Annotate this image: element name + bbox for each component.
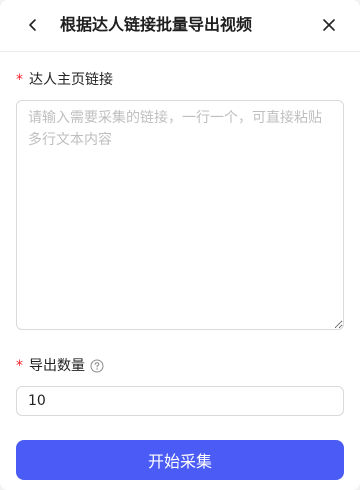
- links-field-label: * 达人主页链接: [16, 70, 113, 90]
- links-label-text: 达人主页链接: [29, 72, 113, 88]
- export-count-input[interactable]: [16, 386, 344, 416]
- question-circle-icon[interactable]: [90, 359, 104, 373]
- export-dialog: 根据达人链接批量导出视频 * 达人主页链接 * 导出数量 开始采集: [0, 0, 360, 490]
- dialog-header: 根据达人链接批量导出视频: [0, 0, 360, 52]
- count-field-label: * 导出数量: [16, 356, 104, 376]
- back-button[interactable]: [22, 14, 44, 36]
- close-button[interactable]: [318, 14, 340, 36]
- required-mark: *: [16, 358, 23, 374]
- dialog-title: 根据达人链接批量导出视频: [60, 15, 253, 34]
- links-textarea[interactable]: [16, 100, 344, 330]
- count-label-text: 导出数量: [29, 358, 85, 374]
- chevron-left-icon: [29, 19, 36, 31]
- required-mark: *: [16, 72, 23, 88]
- start-collect-button[interactable]: 开始采集: [16, 440, 344, 480]
- close-icon: [323, 19, 335, 31]
